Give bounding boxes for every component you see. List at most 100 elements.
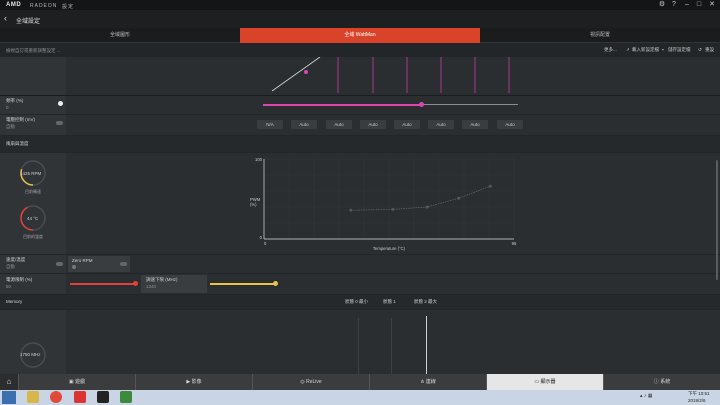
- close-icon[interactable]: ✕: [708, 1, 716, 9]
- fan-curve-point: [425, 205, 429, 209]
- gpu-left-column: [0, 57, 66, 95]
- fan-chart-x-max-label: 95: [512, 241, 517, 246]
- voltage-state-button[interactable]: Auto: [326, 120, 352, 129]
- scrollbar-thumb[interactable]: [716, 160, 718, 280]
- voltage-state-button[interactable]: Auto: [394, 120, 420, 129]
- nav-video[interactable]: ▶ 影像: [135, 374, 252, 390]
- memory-state-2: 狀態 2 最大: [414, 299, 438, 304]
- reset-icon[interactable]: ↺: [698, 47, 702, 53]
- tab-video-profile[interactable]: 視訊配置: [480, 28, 720, 43]
- fan-curve-chart[interactable]: 10000 95Temperature (°C)PWM(%): [236, 153, 536, 254]
- nav-system[interactable]: ⓘ 系統: [603, 374, 720, 390]
- frequency-slider-fill: [263, 103, 422, 106]
- fan-rpm-value: 1425 RPM: [20, 171, 42, 176]
- memory-state-line-active: [426, 316, 427, 374]
- voltage-label: 電壓控制 (mV): [6, 117, 35, 122]
- fan-section-header: [0, 136, 720, 152]
- fan-curve-point: [391, 207, 395, 211]
- min-accel-slider-track[interactable]: [210, 283, 276, 285]
- tray-icons[interactable]: ▴ ♪ ▦: [640, 393, 653, 399]
- speed-panel: [66, 255, 720, 273]
- fan-chart-y-axis-unit: (%): [250, 202, 257, 207]
- shield-app-icon[interactable]: [97, 391, 109, 403]
- reset-button[interactable]: 重設: [705, 47, 714, 53]
- min-accel-slider-thumb[interactable]: [273, 281, 278, 286]
- frequency-value: 0: [6, 105, 9, 110]
- hint-text: 檢視自訂或重新調整設定 ...: [6, 48, 61, 53]
- save-profile-button[interactable]: 儲存設定檔: [668, 47, 691, 53]
- fan-chart-y-max-label: 100: [255, 157, 263, 162]
- voltage-toggle[interactable]: [56, 121, 63, 125]
- memory-frequency-value: 1750 MHz: [20, 352, 41, 357]
- title-bar: AMD RADEON 設定: [0, 0, 720, 10]
- frequency-label: 頻率 (%): [6, 98, 24, 103]
- speed-value: 自動: [6, 264, 15, 269]
- app-icon[interactable]: [74, 391, 86, 403]
- gpu-curve-line: [271, 57, 321, 92]
- memory-state-line: [391, 318, 392, 374]
- voltage-value: 自動: [6, 124, 15, 129]
- start-button-icon[interactable]: [2, 391, 16, 404]
- page-title: 全域設定: [16, 19, 41, 25]
- gpu-state-point: [304, 70, 308, 74]
- fan-chart-y-min-label: 0: [260, 235, 263, 240]
- save-icon[interactable]: ▪: [662, 47, 664, 52]
- fan-curve-point: [488, 184, 492, 188]
- tab-global-graphics[interactable]: 全域圖形: [0, 28, 240, 43]
- memory-chart-panel: [66, 310, 720, 374]
- help-icon[interactable]: ?: [670, 1, 678, 9]
- minimize-icon[interactable]: –: [683, 1, 691, 9]
- fan-curve-point: [349, 208, 353, 212]
- voltage-state-button[interactable]: Auto: [462, 120, 488, 129]
- fan-rpm-label: 目前轉速: [25, 189, 41, 194]
- memory-state-0: 狀態 0 最小: [345, 299, 369, 304]
- min-accel-label: 調速下限 (MHz): [146, 277, 178, 282]
- import-profile-button[interactable]: 載入新設定檔: [632, 47, 659, 53]
- clock-date[interactable]: 2019/2/6: [688, 398, 706, 403]
- zero-rpm-label: Zero RPM: [72, 258, 93, 263]
- chrome-icon[interactable]: [50, 391, 62, 403]
- page-header: [0, 10, 720, 28]
- back-arrow-icon[interactable]: ‹: [4, 13, 7, 23]
- power-limit-value: 50: [6, 284, 12, 289]
- memory-section-title: Memory: [6, 299, 23, 304]
- speed-label: 速度/溫度: [6, 257, 26, 262]
- more-button[interactable]: 更多...: [604, 47, 617, 53]
- power-slider-track[interactable]: [70, 283, 136, 285]
- clock-time[interactable]: 下午 10:51: [688, 391, 710, 397]
- home-icon[interactable]: ⌂: [0, 374, 18, 390]
- frequency-toggle[interactable]: [58, 101, 63, 106]
- nav-connect[interactable]: ⋔ 連線: [369, 374, 486, 390]
- nav-display[interactable]: ▭ 顯示器: [486, 374, 603, 390]
- voltage-state-button[interactable]: Auto: [428, 120, 454, 129]
- fan-curve-point: [457, 196, 461, 200]
- app-icon[interactable]: [120, 391, 132, 403]
- fan-section-title: 風扇與溫度: [6, 141, 29, 146]
- nav-relive[interactable]: ◎ ReLive: [252, 374, 369, 390]
- voltage-state-button[interactable]: Auto: [497, 120, 523, 129]
- memory-state-1: 狀態 1: [383, 299, 396, 304]
- zero-rpm-toggle[interactable]: [120, 262, 127, 266]
- temperature-label: 目前的溫度: [23, 234, 43, 239]
- voltage-state-button[interactable]: N/A: [257, 120, 283, 129]
- voltage-state-button[interactable]: Auto: [291, 120, 317, 129]
- amd-logo: AMD: [6, 2, 22, 8]
- temperature-value: 44 °C: [27, 216, 39, 221]
- fan-chart-x-min-label: 0: [264, 241, 267, 246]
- voltage-panel: [66, 115, 720, 135]
- settings-wordmark: 設定: [62, 3, 75, 10]
- nav-gaming[interactable]: ▣ 遊戲: [18, 374, 135, 390]
- frequency-slider-thumb[interactable]: [418, 102, 424, 107]
- speed-toggle[interactable]: [56, 262, 63, 266]
- file-explorer-icon[interactable]: [27, 391, 39, 403]
- power-limit-label: 電源限制 (%): [6, 277, 33, 282]
- maximize-icon[interactable]: □: [695, 1, 703, 9]
- tab-global-wattman[interactable]: 全域 WattMan: [240, 28, 480, 43]
- import-icon[interactable]: ↗: [626, 47, 630, 53]
- power-slider-thumb[interactable]: [133, 281, 138, 286]
- gear-icon[interactable]: ⚙: [658, 1, 666, 9]
- min-accel-value: 1340: [146, 284, 157, 289]
- voltage-state-button[interactable]: Auto: [360, 120, 386, 129]
- zero-rpm-indicator: [72, 265, 76, 269]
- memory-state-line: [358, 318, 359, 374]
